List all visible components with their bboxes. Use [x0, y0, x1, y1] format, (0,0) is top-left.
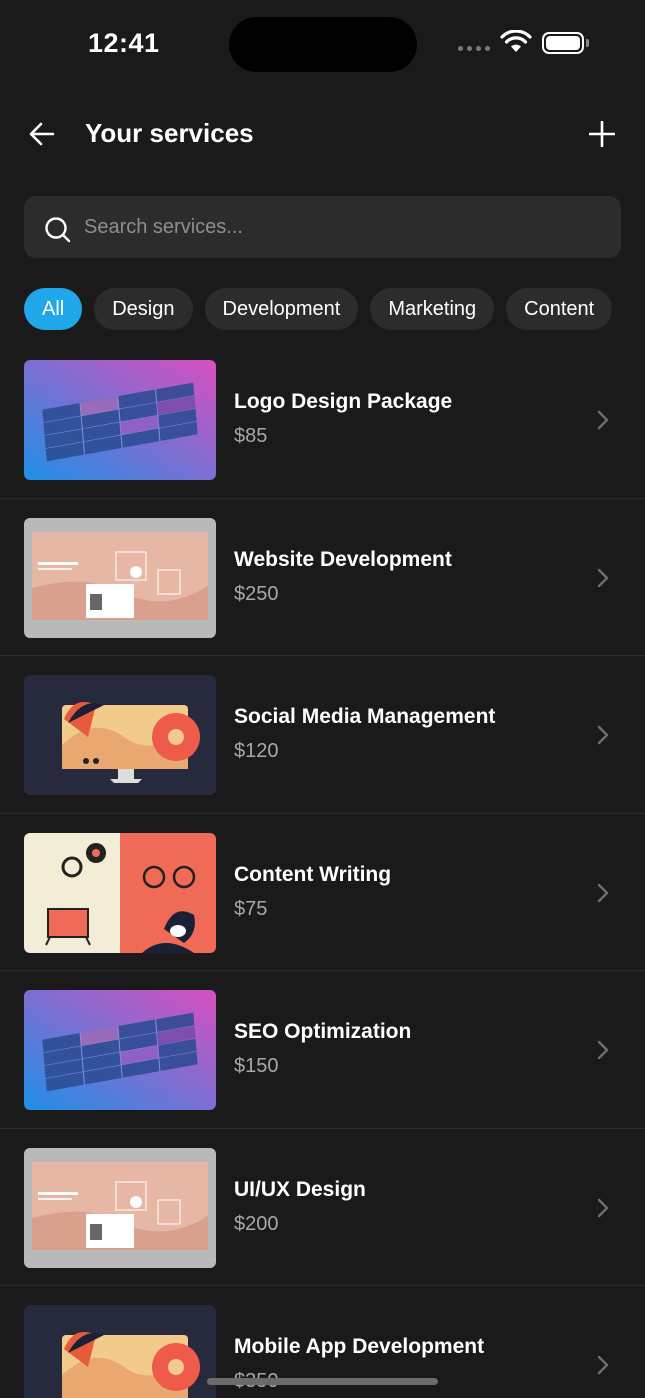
battery-icon — [542, 32, 584, 54]
service-row[interactable]: Website Development $250 — [0, 499, 645, 656]
service-row[interactable]: UI/UX Design $200 — [0, 1129, 645, 1286]
status-time: 12:41 — [88, 28, 160, 58]
back-button[interactable] — [24, 116, 60, 152]
service-row[interactable]: Content Writing $75 — [0, 814, 645, 971]
chevron-right-icon — [597, 568, 609, 587]
chevron-right-icon — [597, 410, 609, 430]
chevron-right-icon — [597, 1198, 609, 1217]
filter-chip-content[interactable]: Content — [506, 288, 613, 330]
filter-chip-design[interactable]: Design — [94, 288, 193, 330]
service-thumbnail — [24, 675, 216, 795]
service-thumbnail — [24, 360, 216, 480]
cellular-signal-icon — [458, 46, 490, 51]
app-header: Your services — [0, 100, 645, 170]
search-bar — [24, 196, 621, 258]
service-title: Social Media Management — [234, 705, 496, 728]
service-thumbnail — [24, 1305, 216, 1398]
service-title: Content Writing — [234, 862, 392, 886]
service-row[interactable]: Social Media Management $120 — [0, 656, 645, 814]
service-title: Website Development — [234, 547, 452, 571]
service-price: $120 — [234, 740, 279, 762]
service-thumbnail — [24, 990, 216, 1110]
chevron-right-icon — [597, 725, 609, 745]
chevron-right-icon — [597, 1355, 609, 1375]
page-title: Your services — [85, 118, 254, 148]
service-title: Logo Design Package — [234, 390, 453, 413]
service-thumbnail — [24, 832, 216, 953]
service-price: $250 — [234, 582, 279, 605]
chevron-right-icon — [597, 883, 609, 902]
search-icon — [45, 217, 71, 243]
filter-chip-development[interactable]: Development — [204, 288, 359, 330]
home-indicator[interactable] — [207, 1378, 438, 1385]
service-thumbnail — [24, 517, 216, 638]
service-price: $85 — [234, 425, 268, 447]
status-bar: 12:41 — [0, 0, 645, 90]
service-row[interactable]: SEO Optimization $150 — [0, 971, 645, 1129]
search-input[interactable] — [84, 196, 604, 258]
service-list: Logo Design Package $85 Website Developm… — [0, 341, 645, 1398]
service-row[interactable]: Logo Design Package $85 — [0, 341, 645, 499]
arrow-left-icon — [29, 122, 55, 146]
battery-tip — [586, 39, 589, 47]
service-price: $200 — [234, 1212, 279, 1235]
service-title: UI/UX Design — [234, 1177, 366, 1201]
service-price: $150 — [234, 1055, 279, 1077]
category-filter-bar: All Design Development Marketing Content — [24, 288, 621, 330]
service-title: Mobile App Development — [234, 1335, 485, 1358]
service-thumbnail — [24, 1147, 216, 1268]
service-title: SEO Optimization — [234, 1020, 412, 1043]
add-service-button[interactable] — [584, 116, 620, 152]
plus-icon — [589, 121, 615, 147]
wifi-icon — [500, 30, 532, 52]
chevron-right-icon — [597, 1040, 609, 1060]
service-price: $75 — [234, 897, 268, 920]
filter-chip-all[interactable]: All — [24, 288, 83, 330]
filter-chip-marketing[interactable]: Marketing — [370, 288, 495, 330]
dynamic-island — [229, 17, 417, 72]
